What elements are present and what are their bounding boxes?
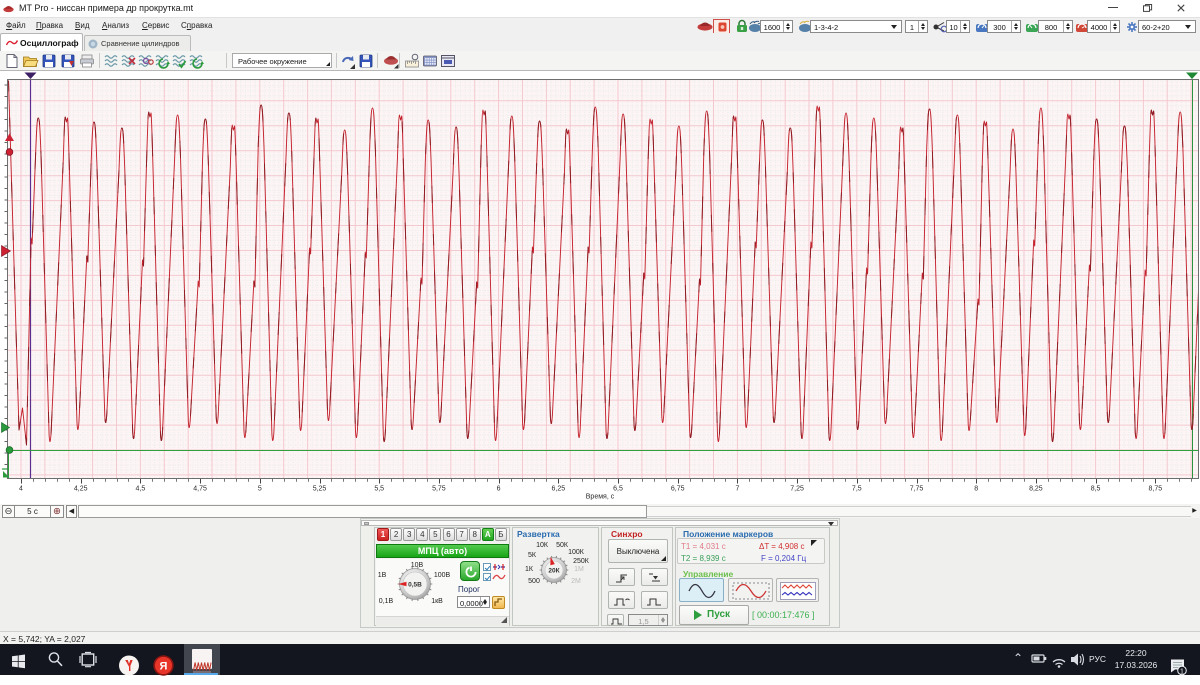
svg-text:2М: 2М: [571, 578, 581, 585]
svg-text:250К: 250К: [573, 558, 590, 565]
svg-text:Я: Я: [160, 661, 168, 673]
svg-text:5К: 5К: [528, 552, 537, 559]
svg-text:8: 8: [974, 486, 978, 493]
svg-text:1М: 1М: [574, 566, 584, 573]
svg-text:8,5: 8,5: [1091, 486, 1101, 493]
svg-text:0,1В: 0,1В: [379, 598, 394, 605]
svg-text:7: 7: [735, 486, 739, 493]
svg-text:1В: 1В: [378, 572, 387, 579]
svg-text:6,25: 6,25: [551, 486, 565, 493]
svg-text:6,75: 6,75: [671, 486, 685, 493]
svg-text:6,5: 6,5: [613, 486, 623, 493]
svg-text:100К: 100К: [568, 549, 585, 556]
svg-text:7,5: 7,5: [852, 486, 862, 493]
svg-text:10В: 10В: [411, 562, 424, 569]
svg-text:8,75: 8,75: [1148, 486, 1162, 493]
svg-text:1кВ: 1кВ: [431, 598, 443, 605]
svg-text:10К: 10К: [536, 542, 549, 549]
svg-text:20К: 20К: [548, 568, 559, 575]
svg-text:6: 6: [497, 486, 501, 493]
svg-text:1: 1: [1180, 668, 1184, 675]
svg-text:500: 500: [528, 578, 540, 585]
svg-text:5,5: 5,5: [374, 486, 384, 493]
svg-text:7,25: 7,25: [790, 486, 804, 493]
svg-text:4,25: 4,25: [74, 486, 88, 493]
svg-text:4,75: 4,75: [193, 486, 207, 493]
svg-text:Время, с: Время, с: [586, 494, 615, 501]
svg-text:0,5В: 0,5В: [408, 582, 422, 589]
svg-text:4,5: 4,5: [136, 486, 146, 493]
svg-text:7,75: 7,75: [910, 486, 924, 493]
svg-text:5,25: 5,25: [313, 486, 327, 493]
svg-text:5,75: 5,75: [432, 486, 446, 493]
svg-text:5: 5: [258, 486, 262, 493]
svg-text:8,25: 8,25: [1029, 486, 1043, 493]
svg-text:1К: 1К: [525, 566, 534, 573]
svg-text:4: 4: [19, 486, 23, 493]
svg-text:50К: 50К: [556, 542, 569, 549]
svg-text:100В: 100В: [434, 572, 451, 579]
